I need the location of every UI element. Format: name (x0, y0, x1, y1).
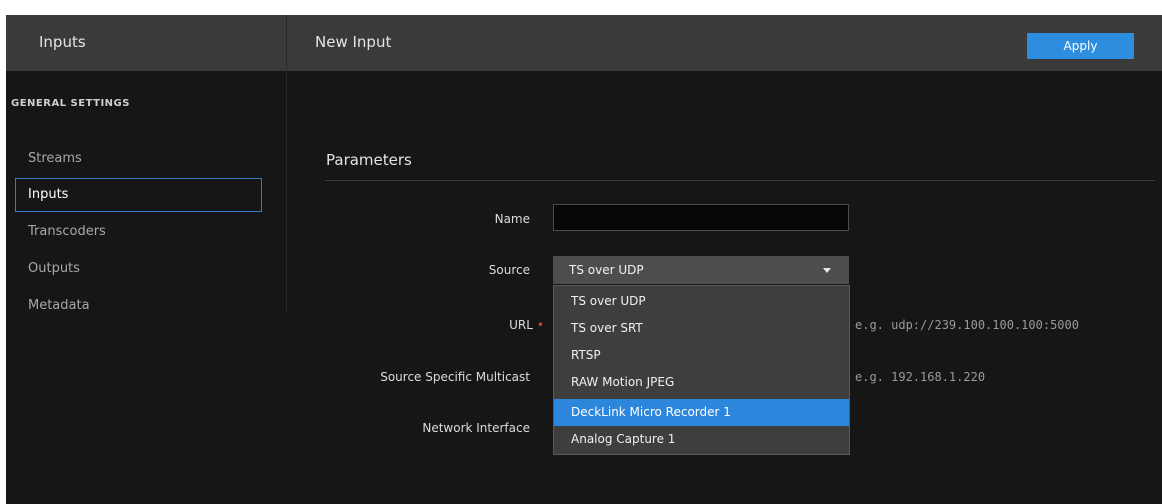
network-interface-label: Network Interface (422, 421, 530, 435)
source-dropdown-menu: TS over UDP TS over SRT RTSP RAW Motion … (553, 285, 850, 455)
dropdown-option-ts-over-srt[interactable]: TS over SRT (554, 315, 849, 342)
required-indicator: • (536, 318, 544, 332)
sidebar-section-title: GENERAL SETTINGS (11, 98, 130, 109)
dropdown-option-analog-capture[interactable]: Analog Capture 1 (554, 426, 849, 453)
sidebar-item-metadata[interactable]: Metadata (15, 289, 262, 323)
name-input[interactable] (553, 204, 849, 231)
page-title: New Input (315, 33, 392, 51)
sidebar: GENERAL SETTINGS Streams Inputs Transcod… (6, 71, 287, 313)
app-title: Inputs (39, 33, 86, 51)
dropdown-option-decklink-micro-recorder[interactable]: DeckLink Micro Recorder 1 (554, 399, 849, 426)
section-divider (325, 180, 1155, 181)
name-label: Name (494, 212, 530, 226)
parameters-heading: Parameters (326, 151, 412, 169)
sidebar-item-streams[interactable]: Streams (15, 142, 262, 176)
sidebar-item-transcoders[interactable]: Transcoders (15, 215, 262, 249)
source-select-value: TS over UDP (569, 263, 644, 277)
dropdown-option-ts-over-udp[interactable]: TS over UDP (554, 288, 849, 315)
app-window: Inputs New Input Apply GENERAL SETTINGS … (6, 15, 1162, 504)
url-hint: e.g. udp://239.100.100.100:5000 (855, 318, 1079, 332)
dropdown-option-rtsp[interactable]: RTSP (554, 342, 849, 369)
url-label: URL • (466, 318, 544, 332)
sidebar-item-inputs[interactable]: Inputs (15, 178, 262, 212)
url-label-text: URL (509, 318, 533, 332)
ssm-hint: e.g. 192.168.1.220 (855, 370, 986, 384)
ssm-label: Source Specific Multicast (380, 370, 530, 384)
top-bar: Inputs New Input Apply (6, 15, 1162, 71)
source-select[interactable]: TS over UDP (553, 256, 849, 284)
apply-button[interactable]: Apply (1027, 33, 1134, 59)
dropdown-option-raw-motion-jpeg[interactable]: RAW Motion JPEG (554, 369, 849, 396)
chevron-down-icon (823, 268, 831, 273)
source-label: Source (488, 263, 530, 277)
sidebar-item-outputs[interactable]: Outputs (15, 252, 262, 286)
